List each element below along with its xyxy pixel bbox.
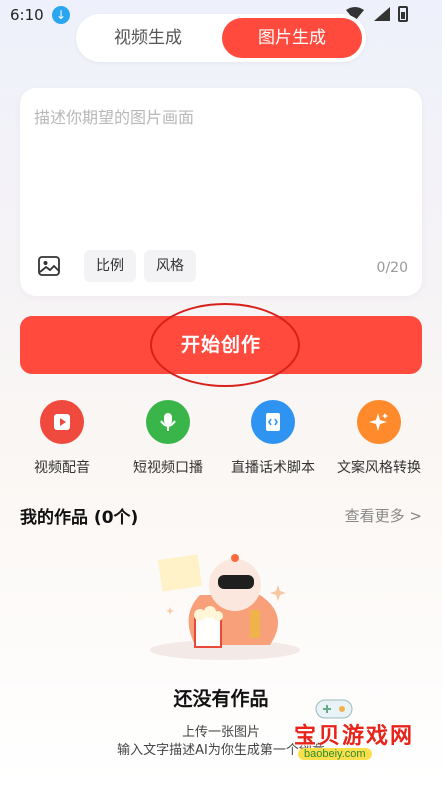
style-button[interactable]: 风格 <box>144 250 196 282</box>
sparkle-icon <box>357 400 401 444</box>
quick-action-copy-style[interactable]: 文案风格转换 <box>329 400 429 477</box>
watermark-text: 宝贝游戏网 <box>294 724 415 749</box>
quick-action-live-script[interactable]: 直播话术脚本 <box>223 400 323 477</box>
prompt-input[interactable]: 描述你期望的图片画面 <box>34 104 194 128</box>
ratio-button[interactable]: 比例 <box>84 250 136 282</box>
tab-video-generation[interactable]: 视频生成 <box>78 18 218 58</box>
prompt-card: 描述你期望的图片画面 比例 风格 0/20 <box>20 88 422 296</box>
quick-action-video-dub[interactable]: 视频配音 <box>12 400 112 477</box>
quick-action-label: 直播话术脚本 <box>231 460 315 476</box>
start-create-button[interactable]: 开始创作 <box>20 316 422 374</box>
watermark-logo: 宝贝游戏网 baobeiy.com <box>268 696 428 766</box>
watermark-url: baobeiy.com <box>298 748 372 760</box>
quick-action-label: 短视频口播 <box>133 460 203 476</box>
video-dub-icon <box>40 400 84 444</box>
view-more-link[interactable]: 查看更多 > <box>345 505 422 526</box>
signal-icon <box>374 7 390 21</box>
microphone-icon <box>146 400 190 444</box>
battery-icon <box>398 6 408 22</box>
mode-tabs: 视频生成 图片生成 <box>76 14 366 62</box>
robot-popcorn-illustration <box>150 554 300 660</box>
quick-action-label: 文案风格转换 <box>337 460 421 476</box>
char-count: 0/20 <box>376 260 408 276</box>
image-upload-icon[interactable] <box>38 256 60 276</box>
works-title: 我的作品 (0个) <box>20 508 139 528</box>
tab-image-generation[interactable]: 图片生成 <box>222 18 362 58</box>
status-time: 6:10 <box>10 6 44 24</box>
download-icon: ↓ <box>52 6 70 24</box>
code-doc-icon <box>251 400 295 444</box>
quick-action-label: 视频配音 <box>34 460 90 476</box>
quick-action-short-video[interactable]: 短视频口播 <box>118 400 218 477</box>
